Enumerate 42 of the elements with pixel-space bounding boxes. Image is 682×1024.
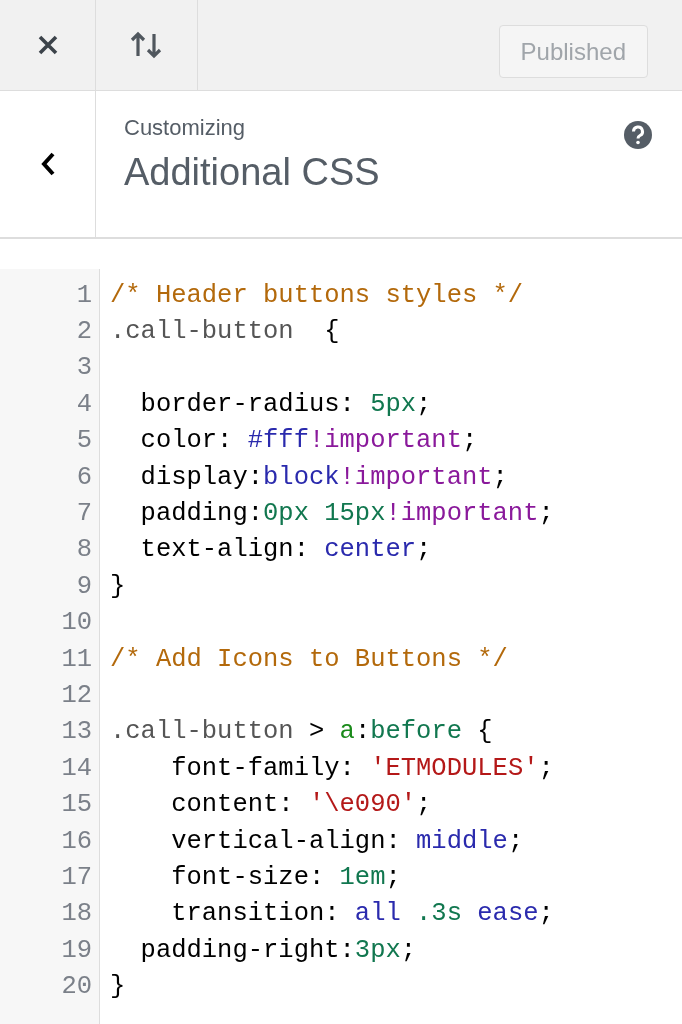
line-number: 13 <box>60 717 92 747</box>
code-line: content: '\e090'; <box>170 790 432 820</box>
line-number: 20 <box>60 972 92 1002</box>
code-line: } <box>110 571 126 601</box>
line-number: 18 <box>60 899 92 929</box>
line-number: 1 <box>75 280 92 310</box>
code-line: font-family: 'ETMODULES'; <box>170 753 554 783</box>
code-line: padding:0px 15px!important; <box>139 499 554 529</box>
code-line: text-align: center; <box>139 535 432 565</box>
panel-subtitle: Customizing <box>124 115 246 141</box>
line-number: 11 <box>60 644 92 674</box>
line-number: 12 <box>60 681 92 710</box>
code-line: padding-right:3px; <box>139 935 417 965</box>
code-line: font-size: 1em; <box>170 862 401 892</box>
code-line: vertical-align: middle; <box>170 826 524 856</box>
line-number: 9 <box>75 571 92 601</box>
line-number: 4 <box>75 389 92 419</box>
line-number: 5 <box>75 426 92 456</box>
line-number: 8 <box>75 535 92 565</box>
help-icon[interactable] <box>624 121 652 149</box>
line-number: 7 <box>75 499 92 529</box>
panel-title: Additional CSS <box>124 151 380 194</box>
line-number: 17 <box>60 862 92 892</box>
code-line: } <box>110 972 126 1002</box>
chevron-left-icon <box>39 151 56 177</box>
line-number: 2 <box>75 317 92 347</box>
close-icon <box>36 34 59 56</box>
line-number: 6 <box>75 462 92 492</box>
code-line: /* Add Icons to Buttons */ <box>110 644 508 674</box>
code-line: display:block!important; <box>139 462 508 492</box>
code-line: .call-button { <box>110 317 340 347</box>
code-line: .call-button > a:before { <box>110 717 493 747</box>
line-number: 10 <box>60 608 92 638</box>
code-line: /* Header buttons styles */ <box>110 280 524 310</box>
line-number: 16 <box>60 826 92 856</box>
line-number: 19 <box>60 935 92 965</box>
code-line: color: #fff!important; <box>139 426 478 456</box>
line-number: 3 <box>75 353 92 383</box>
line-number: 15 <box>60 790 92 820</box>
code-line: transition: all .3s ease; <box>170 899 554 929</box>
code-line: border-radius: 5px; <box>139 389 432 419</box>
line-number: 14 <box>60 753 92 783</box>
